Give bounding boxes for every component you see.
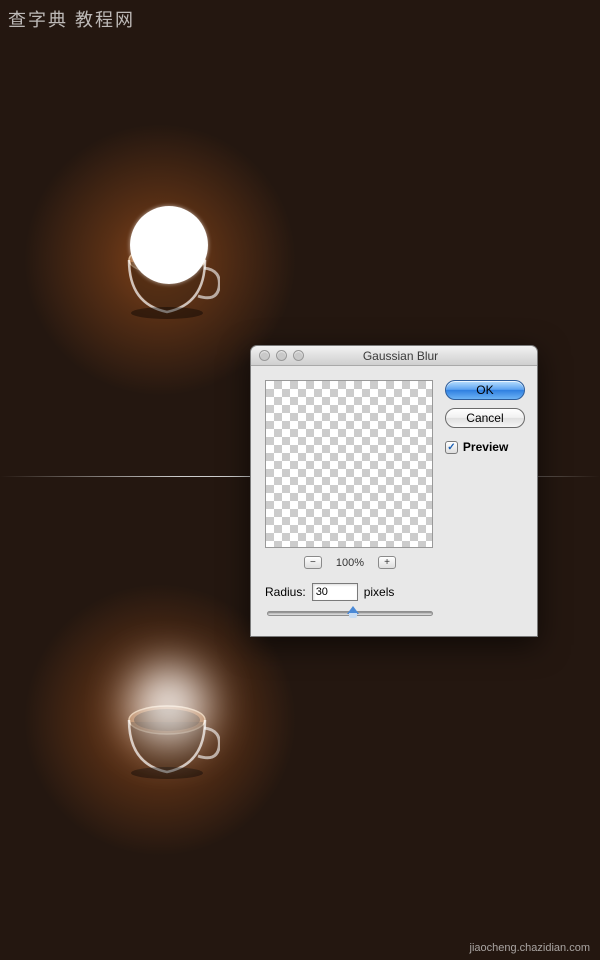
dialog-titlebar[interactable]: Gaussian Blur xyxy=(251,346,537,366)
coffee-cup xyxy=(120,240,220,330)
preview-column: − 100% + Radius: pixels xyxy=(265,380,435,620)
preview-canvas[interactable] xyxy=(265,380,433,548)
slider-thumb[interactable] xyxy=(347,606,359,620)
zoom-out-button[interactable]: − xyxy=(304,556,322,569)
radius-row: Radius: pixels xyxy=(265,583,435,601)
window-controls xyxy=(259,350,304,361)
radius-label: Radius: xyxy=(265,585,306,599)
window-close-icon[interactable] xyxy=(259,350,270,361)
ok-button[interactable]: OK xyxy=(445,380,525,400)
highlight-sphere-unblurred xyxy=(130,206,208,284)
coffee-cup xyxy=(120,700,220,790)
watermark-brand: 查字典 教程网 xyxy=(8,6,135,32)
highlight-sphere-blurred xyxy=(130,666,208,744)
window-minimize-icon[interactable] xyxy=(276,350,287,361)
preview-toggle: ✓ Preview xyxy=(445,440,525,454)
slider-track[interactable] xyxy=(267,611,433,616)
button-column: OK Cancel ✓ Preview xyxy=(445,380,525,620)
cancel-button[interactable]: Cancel xyxy=(445,408,525,428)
radius-unit: pixels xyxy=(364,585,395,599)
zoom-in-button[interactable]: + xyxy=(378,556,396,569)
radius-input[interactable] xyxy=(312,583,358,601)
scene-before-blur xyxy=(60,160,280,380)
preview-label: Preview xyxy=(463,440,508,454)
scene-after-blur xyxy=(60,620,280,840)
zoom-level: 100% xyxy=(336,557,364,569)
radius-slider[interactable] xyxy=(265,611,435,620)
dialog-body: − 100% + Radius: pixels OK Cancel ✓ Prev… xyxy=(251,366,537,636)
dialog-title: Gaussian Blur xyxy=(304,349,497,363)
zoom-controls: − 100% + xyxy=(265,556,435,569)
preview-checkbox[interactable]: ✓ xyxy=(445,441,458,454)
window-zoom-icon[interactable] xyxy=(293,350,304,361)
gaussian-blur-dialog: Gaussian Blur − 100% + Radius: pixels OK xyxy=(250,345,538,637)
watermark-url: jiaocheng.chazidian.com xyxy=(470,942,590,954)
